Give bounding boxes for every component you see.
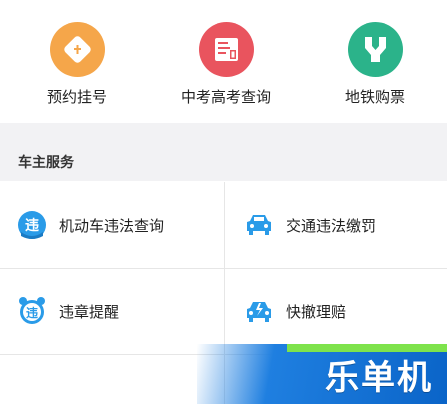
grid-divider-row1 <box>0 268 447 269</box>
quick-claim-item[interactable]: 快撤理赔 <box>224 268 447 354</box>
watermark-text: 乐单机 <box>325 358 433 398</box>
metro-ticket-label: 地铁购票 <box>344 88 405 106</box>
car-icon <box>244 210 274 240</box>
alarm-clock-icon: 违 <box>17 296 47 326</box>
violation-query-item[interactable]: 违 机动车违法查询 <box>0 182 224 268</box>
svg-text:违: 违 <box>26 305 38 320</box>
metro-icon <box>347 22 403 77</box>
appointment-label: 预约挂号 <box>46 88 107 106</box>
watermark-banner: 乐单机 <box>197 344 447 404</box>
appointment-service[interactable]: 预约挂号 <box>12 22 142 107</box>
quick-claim-label: 快撤理赔 <box>286 302 347 321</box>
appointment-icon <box>49 22 105 77</box>
exam-query-label: 中考高考查询 <box>180 88 271 106</box>
metro-ticket-service[interactable]: 地铁购票 <box>310 22 440 107</box>
exam-query-service[interactable]: 中考高考查询 <box>161 22 291 107</box>
violation-reminder-item[interactable]: 违 违章提醒 <box>0 268 224 354</box>
traffic-fine-item[interactable]: 交通违法缴罚 <box>224 182 447 268</box>
claim-car-icon <box>244 296 274 326</box>
violation-query-label: 机动车违法查询 <box>59 216 165 235</box>
top-services: 预约挂号 中考高考查询 地铁购票 <box>0 0 447 123</box>
exam-icon <box>198 22 254 77</box>
violation-query-icon: 违 <box>17 210 47 240</box>
traffic-fine-label: 交通违法缴罚 <box>286 216 377 235</box>
violation-reminder-label: 违章提醒 <box>59 302 120 321</box>
section-title: 车主服务 <box>18 155 74 171</box>
svg-text:违: 违 <box>25 217 39 234</box>
